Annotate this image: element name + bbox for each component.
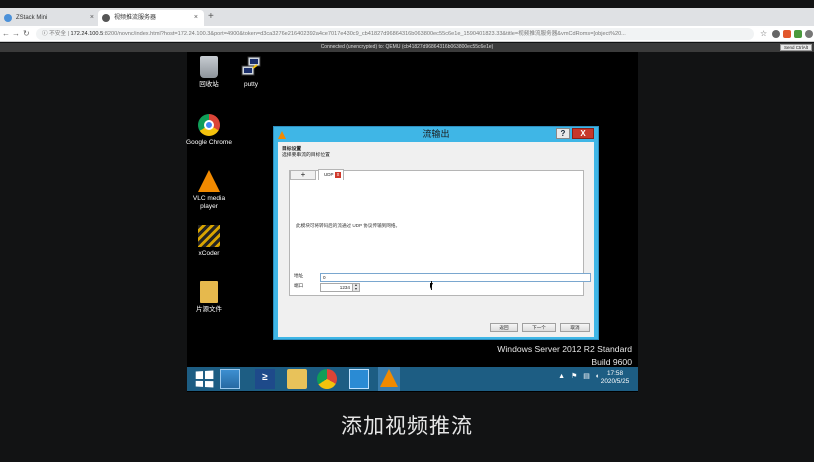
tab-udp[interactable]: UDP x xyxy=(318,169,344,180)
back-arrow-icon[interactable]: ← xyxy=(2,26,10,42)
folder-icon xyxy=(200,281,218,303)
security-label: 不安全 xyxy=(49,31,66,37)
address-label: 地址 xyxy=(294,273,304,278)
vnc-status-bar: Connected (unencrypted) to: QEMU (cb4182… xyxy=(0,43,814,52)
extension-icon[interactable] xyxy=(772,30,780,38)
profile-avatar-icon[interactable] xyxy=(805,30,813,38)
back-button[interactable]: 返回 xyxy=(490,323,518,332)
tab-video-server[interactable]: 视频推流服务器 × xyxy=(98,10,204,26)
url-host: 172.24.100.5 xyxy=(70,31,104,37)
icon-label: Google Chrome xyxy=(186,139,232,146)
vlc-cone-icon xyxy=(198,170,220,192)
globe-favicon-icon xyxy=(102,14,110,22)
icon-label: 回收站 xyxy=(199,81,219,88)
section-subheading: 选择要串流的目标位置 xyxy=(282,152,330,158)
add-destination-tab[interactable]: + xyxy=(290,170,316,180)
desktop-icon-recycle-bin[interactable]: 回收站 xyxy=(186,56,232,89)
destination-panel: 此模块可将转码后的流通过 UDP 协议传输到网络。 地址 0 端口 1234 ▲… xyxy=(289,170,591,296)
url-input[interactable]: ⓘ 不安全 | 172.24.100.5:8200/novnc/index.ht… xyxy=(36,28,754,40)
forward-arrow-icon[interactable]: → xyxy=(12,26,20,42)
desktop-icon-vlc[interactable]: VLC media player xyxy=(186,170,232,210)
putty-icon xyxy=(240,56,262,78)
browser-tab-bar: ZStack Mini × 视频推流服务器 × + xyxy=(0,8,814,26)
port-label: 端口 xyxy=(294,283,304,288)
cancel-button[interactable]: 取消 xyxy=(560,323,590,332)
url-rest: :8200/novnc/index.html?host=172.24.100.3… xyxy=(103,31,626,37)
powershell-icon[interactable]: ≥ xyxy=(255,369,275,389)
clapperboard-icon xyxy=(198,225,220,247)
address-field[interactable]: 0 xyxy=(320,273,591,282)
send-ctrl-alt-button[interactable]: Send CtrlAlt xyxy=(779,44,812,51)
port-spinner[interactable]: ▲ ▼ xyxy=(352,283,359,291)
stream-output-dialog: 流输出 ? X 目标设置 选择要串流的目标位置 此模块可将转码后的流通过 UDP… xyxy=(273,126,599,340)
icon-label: putty xyxy=(243,81,259,88)
zstack-favicon-icon xyxy=(4,14,12,22)
next-button[interactable]: 下一个 xyxy=(522,323,556,332)
os-build-watermark: Build 9600 xyxy=(591,357,632,367)
module-description: 此模块可将转码后的流通过 UDP 协议传输到网络。 xyxy=(296,223,401,228)
recycle-bin-icon xyxy=(200,56,218,78)
desktop-icon-films-folder[interactable]: 片源文件 xyxy=(186,281,232,314)
windows-start-icon[interactable] xyxy=(195,370,214,388)
close-tab-icon[interactable]: × xyxy=(194,10,198,26)
close-tab-icon[interactable]: × xyxy=(90,10,94,26)
bookmark-star-icon[interactable]: ☆ xyxy=(760,26,767,42)
tab-label: 视频推流服务器 xyxy=(114,15,157,21)
server-manager-icon[interactable] xyxy=(220,369,240,389)
tab-zstack-mini[interactable]: ZStack Mini × xyxy=(0,10,100,26)
icon-label: VLC media player xyxy=(192,195,226,210)
help-button[interactable]: ? xyxy=(556,128,570,139)
taskbar-clock[interactable]: 17:58 2020/5/25 xyxy=(598,370,632,386)
icon-label: xCoder xyxy=(198,250,220,257)
clock-time: 17:58 xyxy=(607,370,623,377)
file-explorer-icon[interactable] xyxy=(287,369,307,389)
dialog-title: 流输出 xyxy=(422,129,450,139)
putty-icon[interactable] xyxy=(349,369,369,389)
dialog-body: 目标设置 选择要串流的目标位置 此模块可将转码后的流通过 UDP 协议传输到网络… xyxy=(278,142,594,337)
extension-icon[interactable] xyxy=(783,30,791,38)
desktop-icon-chrome[interactable]: Google Chrome xyxy=(186,114,232,147)
vnc-status-text: Connected (unencrypted) to: QEMU (cb4182… xyxy=(320,44,494,50)
windows-taskbar: ≥ ▲ ⚑ ▤ ◐ 17:58 2020/5/25 xyxy=(187,367,638,391)
chrome-icon xyxy=(198,114,220,136)
video-subtitle: 添加视频推流 xyxy=(341,414,473,438)
desktop-icon-putty[interactable]: putty xyxy=(228,56,274,89)
desktop-icon-xcoder[interactable]: xCoder xyxy=(186,225,232,258)
chrome-icon[interactable] xyxy=(317,369,337,389)
reload-icon[interactable]: ↻ xyxy=(23,26,30,42)
icon-label: 片源文件 xyxy=(196,306,222,313)
close-tab-icon[interactable]: x xyxy=(335,172,341,178)
vlc-taskbar-button[interactable] xyxy=(378,367,400,391)
mouse-pointer-icon xyxy=(430,283,433,289)
extension-icon[interactable] xyxy=(794,30,802,38)
address-bar: ← → ↻ ⓘ 不安全 | 172.24.100.5:8200/novnc/in… xyxy=(0,26,814,42)
close-button[interactable]: X xyxy=(572,128,594,139)
clock-date: 2020/5/25 xyxy=(600,378,630,385)
new-tab-button[interactable]: + xyxy=(208,10,214,24)
tab-udp-label: UDP xyxy=(324,172,334,177)
vlc-cone-icon xyxy=(380,369,398,387)
tab-label: ZStack Mini xyxy=(16,15,48,21)
dialog-header: 目标设置 选择要串流的目标位置 xyxy=(278,142,594,158)
os-edition-watermark: Windows Server 2012 R2 Standard xyxy=(497,344,632,354)
system-tray-icons[interactable]: ▲ ⚑ ▤ ◐ xyxy=(558,372,602,380)
